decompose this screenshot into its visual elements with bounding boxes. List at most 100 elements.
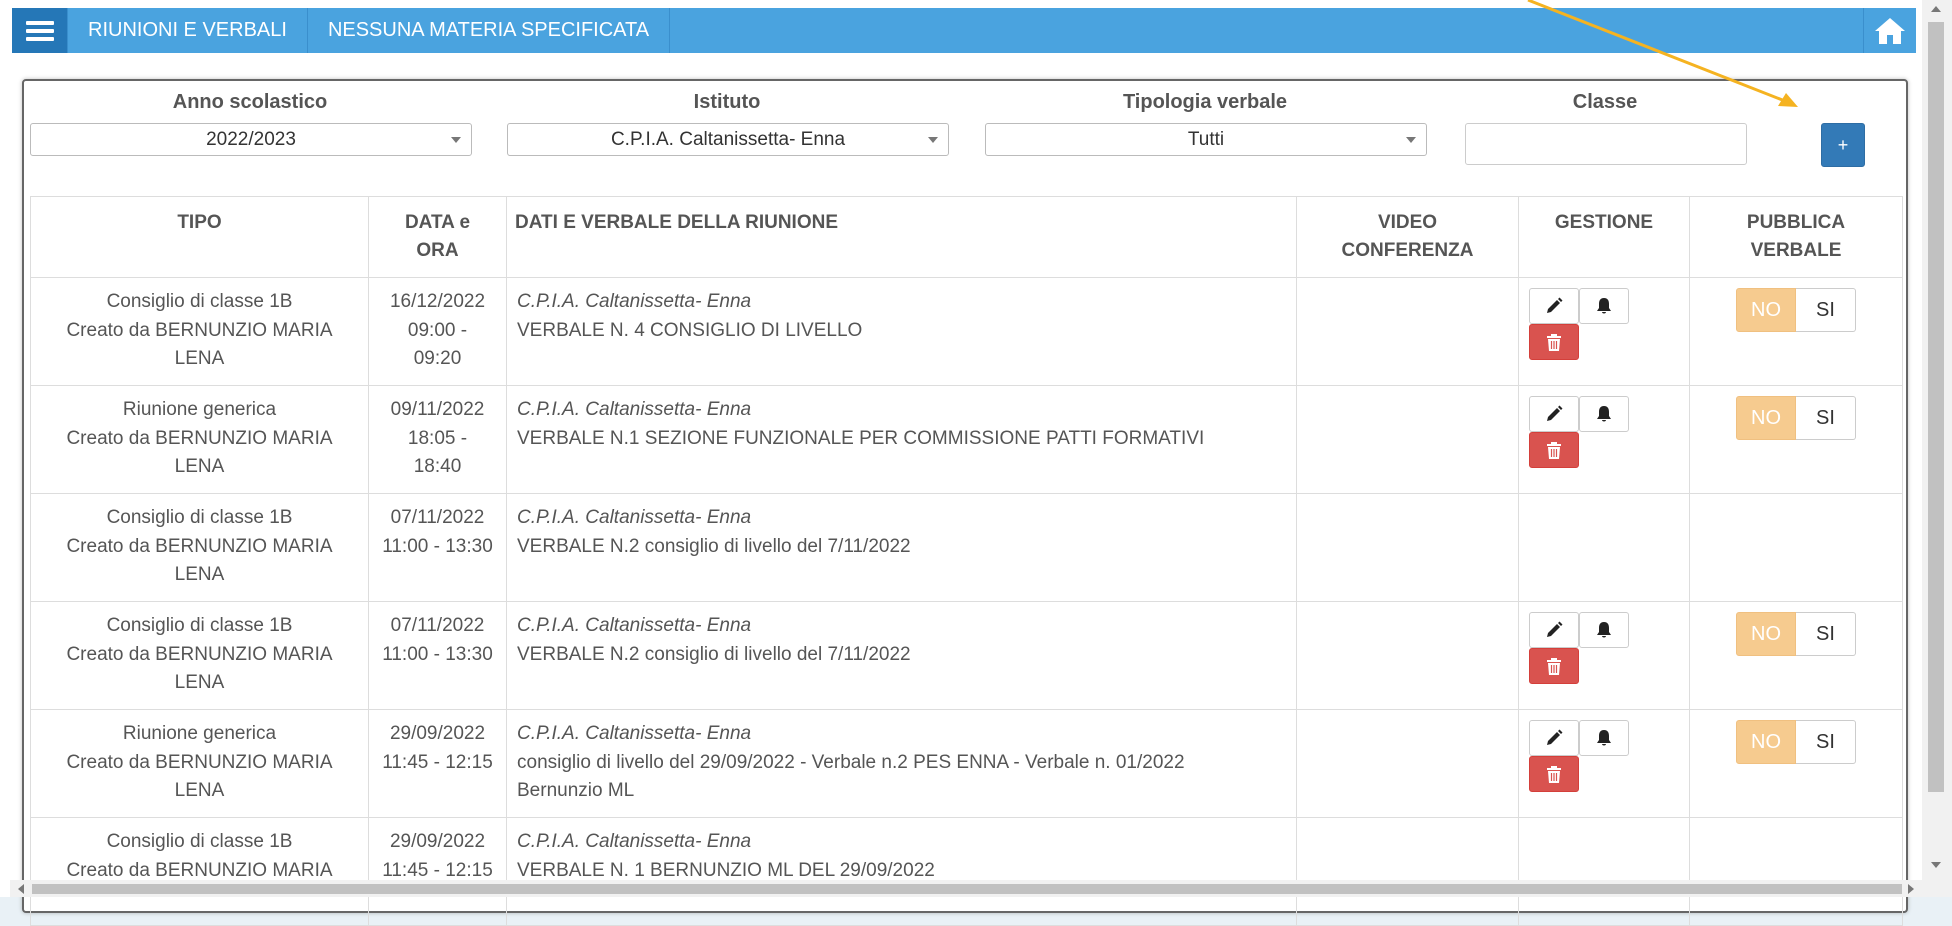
scroll-right-icon[interactable] bbox=[1908, 884, 1914, 894]
nav-riunioni-verbali[interactable]: RIUNIONI E VERBALI bbox=[68, 8, 308, 53]
home-icon bbox=[1875, 17, 1905, 44]
notify-button[interactable] bbox=[1579, 612, 1629, 648]
bell-icon bbox=[1597, 406, 1611, 422]
video-cell bbox=[1296, 601, 1519, 710]
trash-icon bbox=[1547, 766, 1561, 783]
tipo-cell: Consiglio di classe 1B Creato da BERNUNZI… bbox=[30, 277, 369, 386]
tipo-cell: Riunione generica Creato da BERNUNZIO MAR… bbox=[30, 385, 369, 494]
tipo-cell: Consiglio di classe 1B Creato da BERNUNZI… bbox=[30, 493, 369, 602]
meetings-panel: Anno scolastico 2022/2023 Istituto C.P.I… bbox=[22, 79, 1908, 926]
data-ora-cell: 07/11/2022 11:00 - 13:30 bbox=[368, 601, 507, 710]
delete-button[interactable] bbox=[1529, 432, 1579, 468]
scroll-down-icon[interactable] bbox=[1931, 862, 1941, 868]
data-ora-cell: 16/12/2022 09:00 -09:20 bbox=[368, 277, 507, 386]
publish-toggle: NO SI bbox=[1736, 396, 1856, 440]
scroll-left-icon[interactable] bbox=[18, 884, 24, 894]
dati-verbale-cell: C.P.I.A. Caltanissetta- Enna VERBALE N.1 … bbox=[506, 385, 1297, 494]
tipo-cell: Consiglio di classe 1B Creato da BERNUNZI… bbox=[30, 601, 369, 710]
header-gestione: GESTIONE bbox=[1518, 196, 1690, 278]
edit-button[interactable] bbox=[1529, 396, 1579, 432]
publish-no-button[interactable]: NO bbox=[1736, 288, 1796, 332]
add-meeting-button[interactable]: + bbox=[1821, 123, 1865, 167]
bell-icon bbox=[1597, 298, 1611, 314]
pubblica-cell bbox=[1689, 817, 1903, 926]
nav-materia[interactable]: NESSUNA MATERIA SPECIFICATA bbox=[308, 8, 671, 53]
home-button[interactable] bbox=[1863, 8, 1916, 53]
notify-button[interactable] bbox=[1579, 288, 1629, 324]
scroll-up-icon[interactable] bbox=[1931, 6, 1941, 12]
header-dati-verbale: DATI E VERBALE DELLA RIUNIONE bbox=[506, 196, 1297, 278]
gestione-cell bbox=[1518, 817, 1690, 926]
data-ora-cell: 09/11/2022 18:05 -18:40 bbox=[368, 385, 507, 494]
gestione-cell bbox=[1518, 709, 1690, 818]
video-cell bbox=[1296, 817, 1519, 926]
delete-button[interactable] bbox=[1529, 324, 1579, 360]
edit-button[interactable] bbox=[1529, 612, 1579, 648]
bell-icon bbox=[1597, 622, 1611, 638]
pubblica-cell: NO SI bbox=[1689, 601, 1903, 710]
filters-row: Anno scolastico 2022/2023 Istituto C.P.I… bbox=[24, 81, 1906, 191]
gestione-cell bbox=[1518, 385, 1690, 494]
delete-button[interactable] bbox=[1529, 648, 1579, 684]
anno-label: Anno scolastico bbox=[172, 91, 328, 113]
istituto-select[interactable]: C.P.I.A. Caltanissetta- Enna bbox=[507, 123, 949, 156]
pencil-icon bbox=[1547, 297, 1563, 313]
edit-button[interactable] bbox=[1529, 288, 1579, 324]
vertical-scrollbar[interactable] bbox=[1922, 0, 1952, 897]
dati-verbale-cell: C.P.I.A. Caltanissetta- Enna VERBALE N. 1… bbox=[506, 817, 1297, 926]
header-tipo: TIPO bbox=[30, 196, 369, 278]
publish-toggle: NO SI bbox=[1736, 612, 1856, 656]
publish-toggle: NO SI bbox=[1736, 288, 1856, 332]
publish-si-button[interactable]: SI bbox=[1796, 396, 1856, 440]
meetings-table: TIPO DATA e ORA DATI E VERBALE DELLA RIUN… bbox=[30, 196, 1903, 926]
menu-button[interactable] bbox=[12, 8, 68, 53]
pubblica-cell: NO SI bbox=[1689, 709, 1903, 818]
publish-no-button[interactable]: NO bbox=[1736, 396, 1796, 440]
dati-verbale-cell: C.P.I.A. Caltanissetta- Enna VERBALE N.2 … bbox=[506, 493, 1297, 602]
chevron-down-icon bbox=[928, 137, 938, 143]
table-row: Riunione generica Creato da BERNUNZIO MAR… bbox=[30, 385, 1903, 494]
data-ora-cell: 07/11/2022 11:00 - 13:30 bbox=[368, 493, 507, 602]
notify-button[interactable] bbox=[1579, 720, 1629, 756]
tipologia-select[interactable]: Tutti bbox=[985, 123, 1427, 156]
table-row: Consiglio di classe 1B Creato da BERNUNZI… bbox=[30, 601, 1903, 710]
table-row: Consiglio di classe 1B Creato da BERNUNZI… bbox=[30, 817, 1903, 926]
publish-si-button[interactable]: SI bbox=[1796, 720, 1856, 764]
notify-button[interactable] bbox=[1579, 396, 1629, 432]
gestione-cell bbox=[1518, 601, 1690, 710]
publish-no-button[interactable]: NO bbox=[1736, 612, 1796, 656]
classe-label: Classe bbox=[1572, 91, 1638, 113]
pencil-icon bbox=[1547, 729, 1563, 745]
gestione-cell bbox=[1518, 277, 1690, 386]
istituto-label: Istituto bbox=[693, 91, 761, 113]
scrollbar-thumb[interactable] bbox=[32, 884, 1902, 894]
pubblica-cell: NO SI bbox=[1689, 277, 1903, 386]
chevron-down-icon bbox=[1406, 137, 1416, 143]
publish-si-button[interactable]: SI bbox=[1796, 612, 1856, 656]
edit-button[interactable] bbox=[1529, 720, 1579, 756]
tipologia-label: Tipologia verbale bbox=[1122, 91, 1288, 113]
publish-si-button[interactable]: SI bbox=[1796, 288, 1856, 332]
dati-verbale-cell: C.P.I.A. Caltanissetta- Enna VERBALE N.2 … bbox=[506, 601, 1297, 710]
pencil-icon bbox=[1547, 621, 1563, 637]
horizontal-scrollbar[interactable] bbox=[10, 880, 1922, 897]
table-header-row: TIPO DATA e ORA DATI E VERBALE DELLA RIUN… bbox=[30, 196, 1903, 278]
trash-icon bbox=[1547, 442, 1561, 459]
chevron-down-icon bbox=[451, 137, 461, 143]
bell-icon bbox=[1597, 730, 1611, 746]
anno-select[interactable]: 2022/2023 bbox=[30, 123, 472, 156]
table-row: Riunione generica Creato da BERNUNZIO MAR… bbox=[30, 709, 1903, 818]
istituto-select-value: C.P.I.A. Caltanissetta- Enna bbox=[610, 128, 846, 150]
header-video-conferenza: VIDEO CONFERENZA bbox=[1296, 196, 1519, 278]
dati-verbale-cell: C.P.I.A. Caltanissetta- Enna VERBALE N. 4… bbox=[506, 277, 1297, 386]
header-pubblica-verbale: PUBBLICA VERBALE bbox=[1689, 196, 1903, 278]
video-cell bbox=[1296, 493, 1519, 602]
table-row: Consiglio di classe 1B Creato da BERNUNZI… bbox=[30, 277, 1903, 386]
scrollbar-thumb[interactable] bbox=[1928, 22, 1944, 792]
delete-button[interactable] bbox=[1529, 756, 1579, 792]
tipologia-select-value: Tutti bbox=[1187, 128, 1225, 150]
publish-no-button[interactable]: NO bbox=[1736, 720, 1796, 764]
classe-input[interactable] bbox=[1465, 123, 1747, 165]
data-ora-cell: 29/09/2022 11:45 - 12:15 bbox=[368, 709, 507, 818]
gestione-cell bbox=[1518, 493, 1690, 602]
